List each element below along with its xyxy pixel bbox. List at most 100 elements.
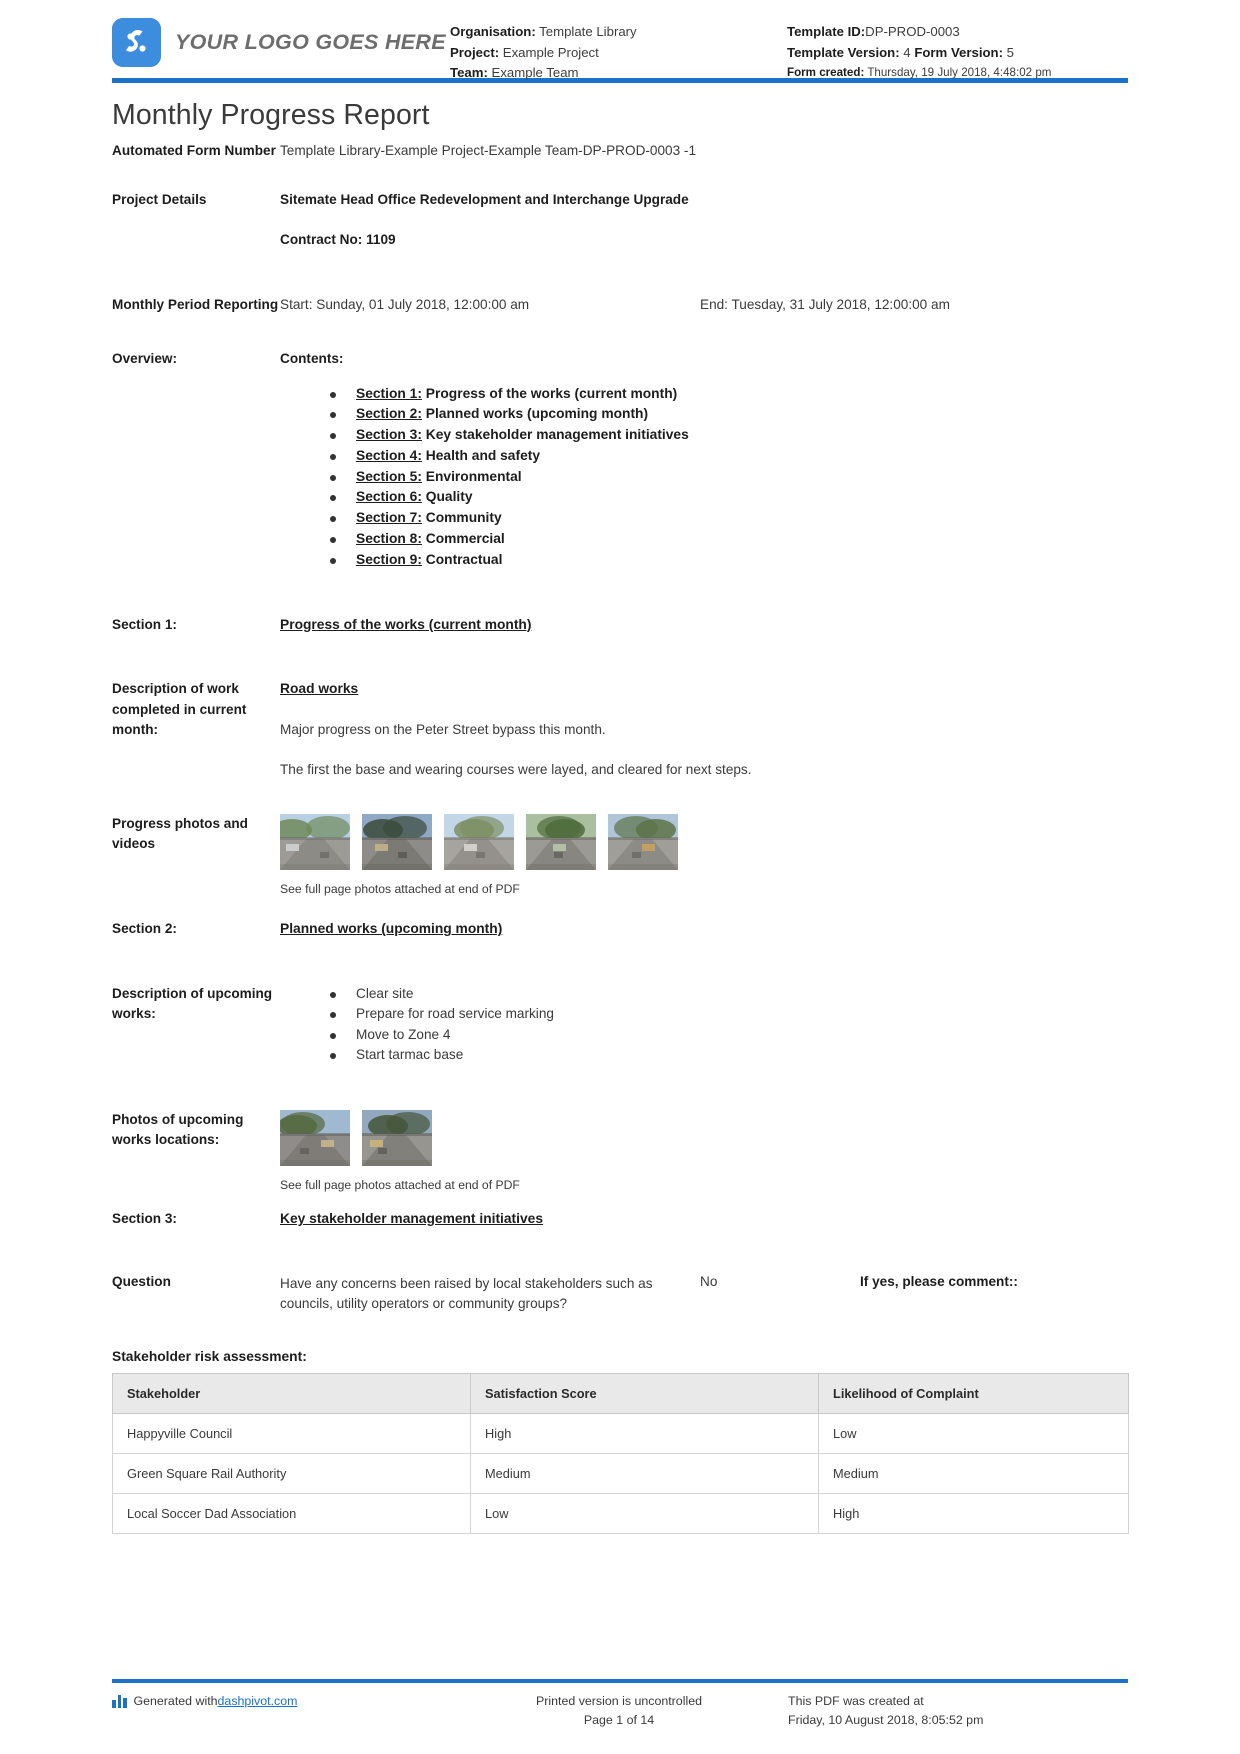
contents-list-item[interactable]: Section 7: Community xyxy=(330,508,1128,529)
automated-form-number-row: Automated Form Number Template Library-E… xyxy=(112,141,1128,162)
logo-text: YOUR LOGO GOES HERE xyxy=(175,30,446,54)
photo-thumbnail[interactable] xyxy=(280,1109,350,1166)
contents-list-item[interactable]: Section 3: Key stakeholder management in… xyxy=(330,425,1128,446)
upcoming-work-item: Prepare for road service marking xyxy=(330,1004,1128,1025)
contents-section-number[interactable]: Section 7: xyxy=(356,510,422,525)
table-row: Happyville Council High Low xyxy=(112,1412,1129,1454)
stakeholder-table-title: Stakeholder risk assessment: xyxy=(112,1348,307,1364)
monthly-period-values: Start: Sunday, 01 July 2018, 12:00:00 am… xyxy=(280,295,1128,316)
header-meta-right: Template ID:DP-PROD-0003 Template Versio… xyxy=(787,18,1128,84)
photo-thumbnail[interactable] xyxy=(608,813,678,870)
organisation-value: Template Library xyxy=(539,24,637,39)
document-footer: Generated with dashpivot.com Printed ver… xyxy=(112,1679,1128,1730)
photo-thumbnail[interactable] xyxy=(526,813,596,870)
contents-section-number[interactable]: Section 6: xyxy=(356,489,422,504)
contents-section-number[interactable]: Section 3: xyxy=(356,427,422,442)
contents-section-text: Progress of the works (current month) xyxy=(421,385,678,401)
contents-section-text: Quality xyxy=(421,489,473,505)
section2-heading-cell: Planned works (upcoming month) xyxy=(280,919,1128,940)
photo-thumbnail[interactable] xyxy=(444,813,514,870)
contents-list-item[interactable]: Section 6: Quality xyxy=(330,487,1128,508)
contents-list-item[interactable]: Section 2: Planned works (upcoming month… xyxy=(330,404,1128,425)
footer-created-info: This PDF was created at Friday, 10 Augus… xyxy=(788,1692,1128,1730)
header-meta-left: Organisation: Template Library Project: … xyxy=(450,18,787,84)
question-label: Question xyxy=(112,1273,171,1289)
table-cell: Medium xyxy=(818,1452,1129,1494)
organisation-label: Organisation: xyxy=(450,24,536,39)
contents-section-text: Environmental xyxy=(421,468,522,484)
form-created-value: Thursday, 19 July 2018, 4:48:02 pm xyxy=(867,66,1052,79)
contents-list-item[interactable]: Section 9: Contractual xyxy=(330,550,1128,571)
contents-section-text: Health and safety xyxy=(421,447,541,463)
contents-section-text: Contractual xyxy=(421,551,503,567)
contents-list-item[interactable]: Section 4: Health and safety xyxy=(330,446,1128,467)
progress-photos-label: Progress photos and videos xyxy=(112,815,248,852)
contents-list-item[interactable]: Section 8: Commercial xyxy=(330,529,1128,550)
stakeholder-risk-table: Stakeholder Satisfaction Score Likelihood … xyxy=(112,1372,1129,1534)
photo-thumbnail[interactable] xyxy=(362,813,432,870)
footer-created-line1: This PDF was created at xyxy=(788,1694,924,1708)
section1-heading-row: Section 1: Progress of the works (curren… xyxy=(112,615,1128,636)
form-version-value: 5 xyxy=(1006,44,1014,60)
contents-list: Section 1: Progress of the works (curren… xyxy=(280,384,1128,571)
dashpivot-link[interactable]: dashpivot.com xyxy=(218,1692,298,1711)
contents-section-text: Planned works (upcoming month) xyxy=(421,406,649,422)
footer-generated-prefix: Generated with xyxy=(133,1694,218,1708)
upcoming-work-item: Clear site xyxy=(330,984,1128,1005)
table-header-row: Stakeholder Satisfaction Score Likelihood … xyxy=(112,1372,1129,1414)
template-id-value: DP-PROD-0003 xyxy=(865,24,960,39)
table-row: Local Soccer Dad Association Low High xyxy=(112,1492,1129,1534)
team-row: Team: Example Team xyxy=(450,63,787,84)
table-column-header: Stakeholder xyxy=(112,1372,471,1414)
progress-photos-caption: See full page photos attached at end of … xyxy=(280,881,520,896)
contents-list-item[interactable]: Section 5: Environmental xyxy=(330,467,1128,488)
section3-heading-row: Section 3: Key stakeholder management in… xyxy=(112,1209,1128,1230)
progress-photos-row: Progress photos and videos See full page… xyxy=(112,813,1128,900)
section1-description-row: Description of work completed in current… xyxy=(112,679,1128,780)
overview-content: Contents: Section 1: Progress of the wor… xyxy=(280,349,1128,571)
company-logo-icon xyxy=(112,18,161,67)
section2-heading-row: Section 2: Planned works (upcoming month… xyxy=(112,919,1128,940)
table-cell: Medium xyxy=(470,1452,819,1494)
upcoming-work-item: Start tarmac base xyxy=(330,1045,1128,1066)
contents-section-number[interactable]: Section 2: xyxy=(356,406,422,421)
photo-thumbnail[interactable] xyxy=(362,1109,432,1166)
contents-section-text: Commercial xyxy=(421,531,505,547)
page-title: Monthly Progress Report xyxy=(112,99,430,131)
project-row: Project: Example Project xyxy=(450,43,787,64)
project-details-row: Project Details Sitemate Head Office Red… xyxy=(112,190,1128,211)
contents-section-number[interactable]: Section 9: xyxy=(356,552,422,567)
section2-description-cell: Clear site Prepare for road service marki… xyxy=(280,984,1128,1066)
section1-heading[interactable]: Progress of the works (current month) xyxy=(280,617,531,632)
logo-block: YOUR LOGO GOES HERE xyxy=(112,18,450,67)
road-works-heading: Road works xyxy=(280,681,359,697)
monthly-period-row: Monthly Period Reporting Start: Sunday, … xyxy=(112,295,1128,316)
table-cell: Green Square Rail Authority xyxy=(112,1452,471,1494)
table-cell: High xyxy=(470,1412,819,1454)
section2-description-row: Description of upcoming works: Clear sit… xyxy=(112,984,1128,1066)
section2-heading[interactable]: Planned works (upcoming month) xyxy=(280,921,502,936)
chart-bars-icon xyxy=(112,1694,127,1708)
contents-section-number[interactable]: Section 5: xyxy=(356,469,422,484)
contents-section-number[interactable]: Section 4: xyxy=(356,448,422,463)
contents-section-number[interactable]: Section 1: xyxy=(356,386,422,401)
section2-description-label: Description of upcoming works: xyxy=(112,985,273,1022)
template-id-row: Template ID:DP-PROD-0003 xyxy=(787,22,1128,43)
upcoming-photos-gallery xyxy=(280,1109,1128,1166)
photo-thumbnail[interactable] xyxy=(280,813,350,870)
footer-page-number: Page 1 of 14 xyxy=(583,1713,655,1727)
upcoming-photos-label: Photos of upcoming works locations: xyxy=(112,1111,244,1148)
contents-list-item[interactable]: Section 1: Progress of the works (curren… xyxy=(330,384,1128,405)
footer-divider xyxy=(112,1679,1128,1683)
contents-section-text: Community xyxy=(421,510,502,526)
team-label: Team: xyxy=(450,65,488,80)
section1-para-1: Major progress on the Peter Street bypas… xyxy=(280,721,606,737)
table-cell: Low xyxy=(818,1412,1129,1454)
contents-section-number[interactable]: Section 8: xyxy=(356,531,422,546)
table-column-header: Satisfaction Score xyxy=(470,1372,819,1414)
upcoming-photos-row: Photos of upcoming works locations: See … xyxy=(112,1109,1128,1196)
section3-heading[interactable]: Key stakeholder management initiatives xyxy=(280,1211,543,1226)
form-created-label: Form created: xyxy=(787,66,865,79)
contract-no-value: Contract No: 1109 xyxy=(280,232,396,247)
team-value: Example Team xyxy=(491,65,579,80)
